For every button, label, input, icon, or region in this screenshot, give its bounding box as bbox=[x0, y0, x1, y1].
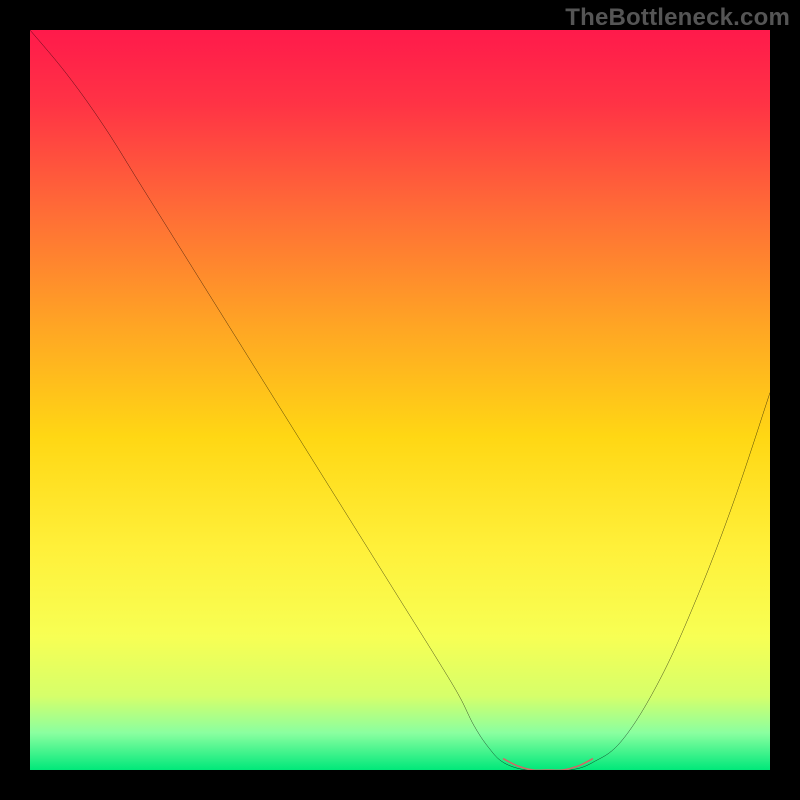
chart-svg bbox=[30, 30, 770, 770]
watermark-text: TheBottleneck.com bbox=[565, 4, 790, 32]
plot-area bbox=[30, 30, 770, 770]
chart-frame: TheBottleneck.com bbox=[0, 0, 800, 800]
bottleneck-curve bbox=[30, 30, 770, 770]
